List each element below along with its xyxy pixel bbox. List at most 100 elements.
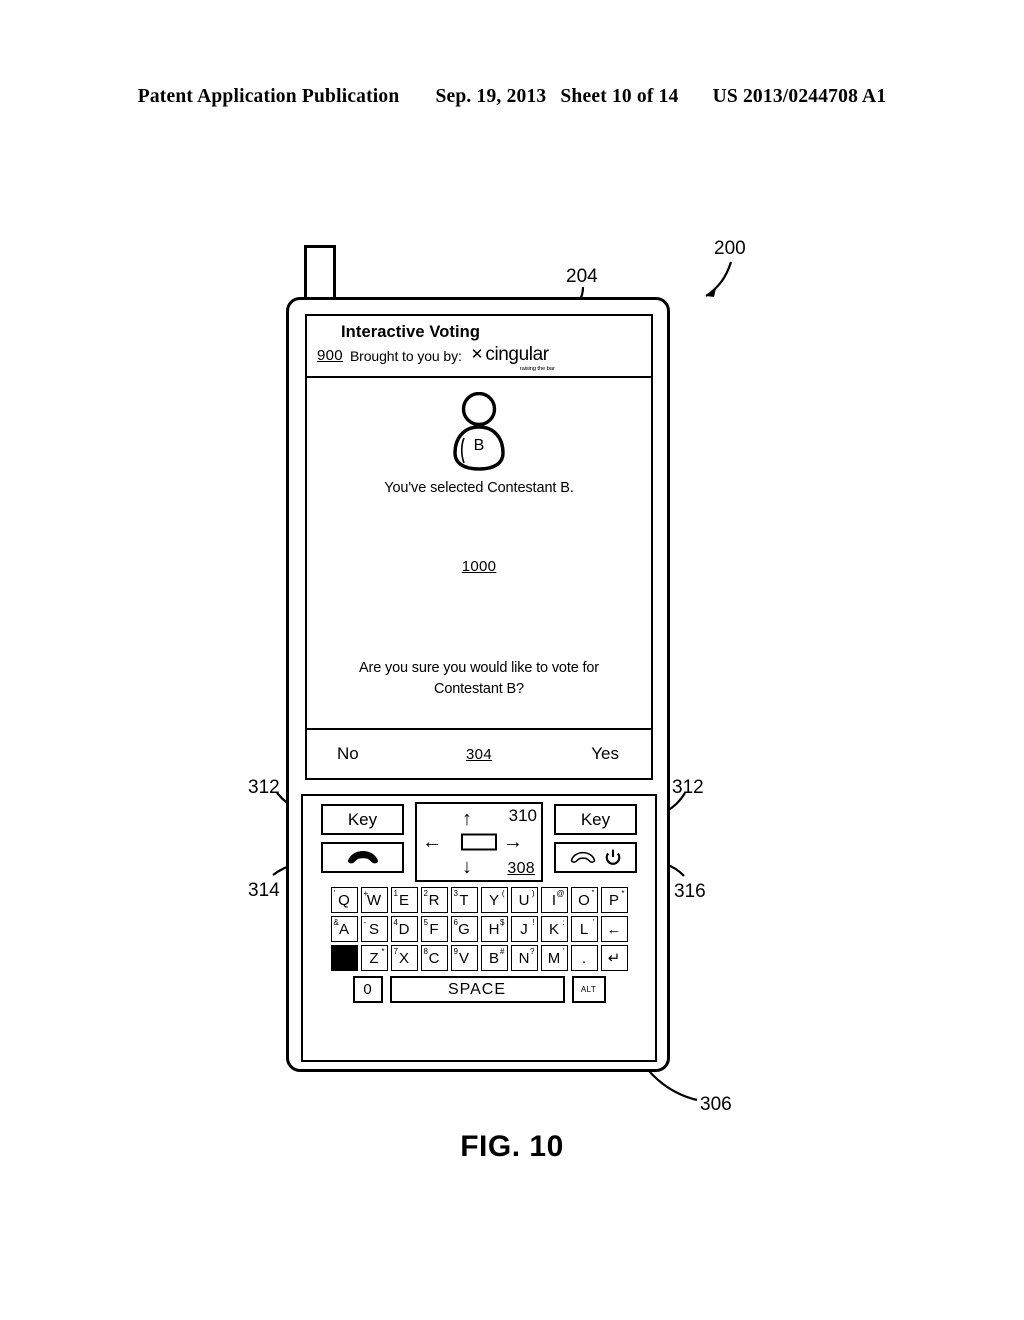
reference-numeral-306: 306 (700, 1094, 732, 1115)
key-y[interactable]: (Y (480, 887, 508, 913)
key-i[interactable]: @ I (540, 887, 568, 913)
reference-numeral-314: 314 (248, 880, 280, 901)
key-b[interactable]: # B (480, 945, 508, 971)
key-n[interactable]: ? N (510, 945, 538, 971)
cingular-wordmark: cingular (485, 344, 549, 365)
key-t[interactable]: 3T (450, 887, 478, 913)
key-label: U (518, 891, 530, 909)
reference-numeral-312-left: 312 (248, 777, 280, 798)
device-display: Interactive Voting 900 Brought to you by… (305, 314, 653, 780)
key-label: V (458, 949, 469, 967)
soft-key-right[interactable]: Key (554, 804, 637, 835)
confirmation-question: Are you sure you would like to vote for … (321, 658, 637, 700)
key-superscript: 9 (453, 947, 458, 956)
key-label: . (581, 949, 587, 967)
key-shift[interactable] (330, 945, 358, 971)
softkey-yes[interactable]: Yes (591, 744, 619, 764)
end-call-power-button[interactable] (554, 842, 637, 873)
key-superscript: ! (532, 918, 535, 927)
key-space[interactable]: SPACE (389, 976, 565, 1003)
key-superscript: ' (333, 889, 336, 898)
nav-select-key[interactable] (461, 833, 497, 851)
key-superscript: : (562, 918, 565, 927)
confirmation-line-2: Contestant B? (434, 681, 524, 697)
soft-key-left[interactable]: Key (321, 804, 404, 835)
key-superscript: 3 (453, 889, 458, 898)
key-enter[interactable]: ↵ (600, 945, 628, 971)
nav-up-arrow[interactable]: ↑ (462, 809, 472, 829)
reference-numeral-312-right: 312 (672, 777, 704, 798)
key-d[interactable]: 4D (390, 916, 418, 942)
key-label: L (579, 920, 589, 938)
cingular-tagline: raising the bar (519, 366, 555, 372)
key-w[interactable]: + W (360, 887, 388, 913)
publication-date: Sep. 19, 2013 (435, 86, 547, 107)
screen-header: Interactive Voting 900 Brought to you by… (307, 316, 651, 378)
key-label: D (398, 920, 410, 938)
antenna (304, 245, 336, 303)
key-a[interactable]: & A (330, 916, 358, 942)
reference-numeral-308: 308 (507, 860, 535, 877)
figure-caption: FIG. 10 (460, 1130, 564, 1163)
key-superscript: 7 (393, 947, 398, 956)
key-label: O (578, 891, 590, 909)
key-e[interactable]: 1E (390, 887, 418, 913)
key-superscript: + (363, 889, 369, 898)
key-z[interactable]: * Z (360, 945, 388, 971)
nav-right-arrow[interactable]: → (503, 832, 523, 852)
key-zero[interactable]: 0 (352, 976, 383, 1003)
key-g[interactable]: 6G (450, 916, 478, 942)
sponsor-row: 900 Brought to you by: ✕ cingular raisin… (317, 344, 651, 372)
patent-number: US 2013/0244708 A1 (712, 86, 887, 107)
phone-handset-send-icon (347, 850, 378, 863)
sponsor-label: Brought to you by: (349, 348, 462, 364)
key-r[interactable]: 2R (420, 887, 448, 913)
send-call-button[interactable] (321, 842, 404, 873)
key-l[interactable]: ' L (570, 916, 598, 942)
keyboard-row-4: 0 SPACE ALT (303, 976, 655, 1003)
cingular-mark-icon: ✕ (470, 346, 484, 363)
nav-left-arrow[interactable]: ← (422, 832, 442, 852)
key-superscript: ? (530, 947, 535, 956)
reference-numeral-200: 200 (714, 238, 746, 259)
key-label: J (520, 920, 528, 938)
reference-numeral-900: 900 (317, 347, 343, 364)
key-f[interactable]: 5F (420, 916, 448, 942)
key-superscript: ) (531, 889, 535, 898)
key-alt[interactable]: ALT (571, 976, 606, 1003)
reference-numeral-310: 310 (508, 806, 537, 825)
key-label: R (428, 891, 440, 909)
nav-down-arrow[interactable]: ↓ (462, 857, 472, 877)
key-superscript: 5 (423, 918, 428, 927)
key-u[interactable]: ) U (510, 887, 538, 913)
key-s[interactable]: -S (360, 916, 388, 942)
app-title: Interactive Voting (341, 323, 481, 341)
key-superscript: 6 (453, 918, 458, 927)
key-label: S (368, 920, 379, 938)
key-label: F (429, 920, 439, 938)
sheet-number: Sheet 10 of 14 (560, 86, 679, 107)
key-x[interactable]: 7X (390, 945, 418, 971)
key-label: T (459, 891, 469, 909)
reference-numeral-1000: 1000 (461, 558, 497, 575)
key-v[interactable]: 9V (450, 945, 478, 971)
key-o[interactable]: " O (570, 887, 598, 913)
key-q[interactable]: ' Q (330, 887, 358, 913)
key-j[interactable]: ! J (510, 916, 538, 942)
key-label: A (338, 920, 349, 938)
key-c[interactable]: 8C (420, 945, 448, 971)
key-superscript: ( (501, 889, 505, 898)
key-period[interactable]: . (570, 945, 598, 971)
navigation-pad[interactable]: ↑ ↓ ← → 310 308 (415, 802, 543, 882)
key-label: N (518, 949, 530, 967)
key-p[interactable]: * P (600, 887, 628, 913)
key-m[interactable]: ' M (540, 945, 568, 971)
key-backspace[interactable]: ← (600, 916, 628, 942)
key-label: E (398, 891, 409, 909)
key-superscript: - (363, 918, 367, 927)
key-k[interactable]: :K (540, 916, 568, 942)
key-label: P (608, 891, 619, 909)
key-superscript: 4 (393, 918, 398, 927)
key-h[interactable]: $ H (480, 916, 508, 942)
power-icon (605, 849, 621, 865)
